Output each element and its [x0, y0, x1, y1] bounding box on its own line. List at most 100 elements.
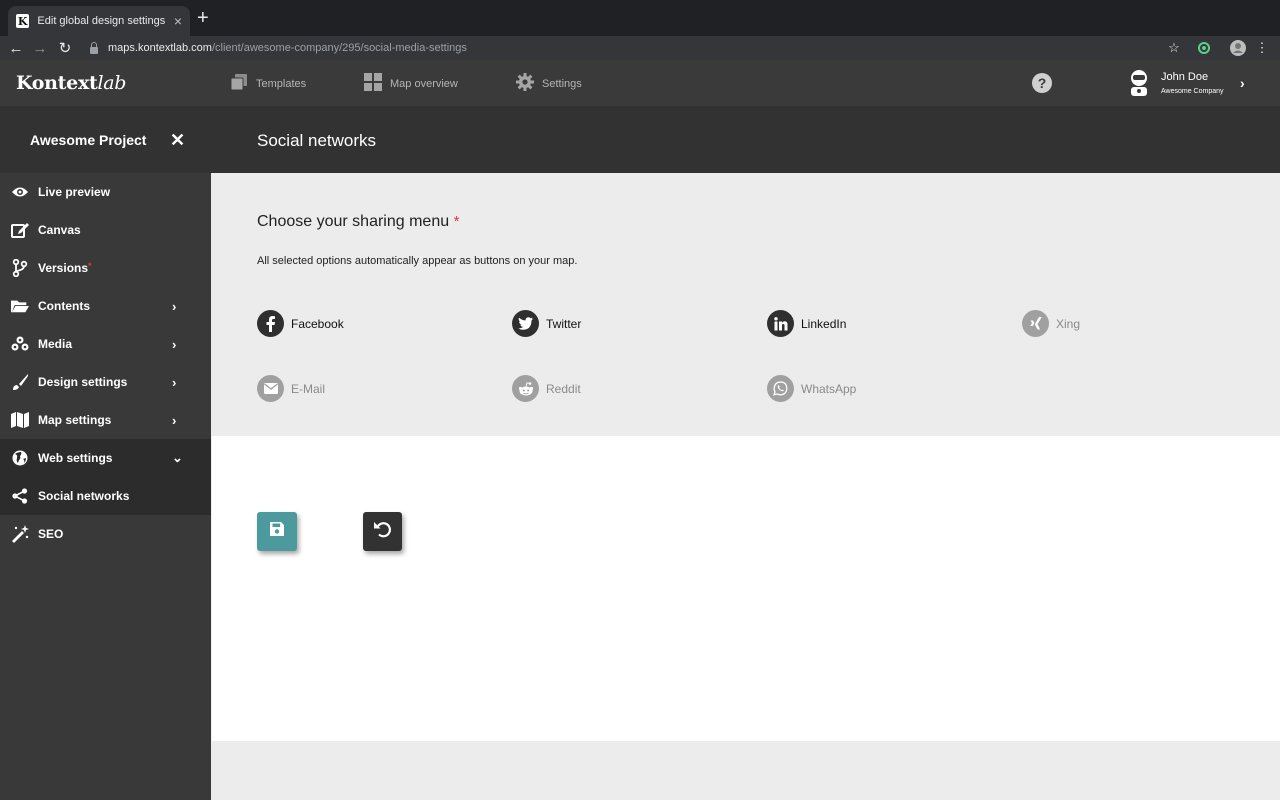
sidebar-item-contents[interactable]: Contents › [0, 287, 211, 325]
sidebar-item-social-networks[interactable]: Social networks [0, 477, 211, 515]
eye-icon [11, 183, 29, 201]
extension-icon[interactable] [1194, 38, 1214, 58]
tab-title: Edit global design settings – Awesome Pr… [37, 15, 167, 27]
whatsapp-icon [767, 375, 794, 402]
browser-tab[interactable]: K Edit global design settings – Awesome … [8, 6, 190, 36]
save-icon [269, 521, 285, 542]
globe-icon [11, 449, 29, 467]
browser-address-bar: ← → ↻ maps.kontextlab.com/client/awesome… [0, 36, 1280, 60]
share-option-label: Facebook [291, 316, 344, 331]
share-option-label: Xing [1056, 316, 1081, 331]
sidebar-item-label: Versions* [38, 261, 92, 275]
nav-templates[interactable]: Templates [230, 73, 306, 94]
sidebar-item-versions[interactable]: Versions* [0, 249, 211, 287]
app-header: Kontextlab Templates Map overview Settin… [0, 60, 1280, 106]
browser-tab-bar: K Edit global design settings – Awesome … [0, 0, 1280, 36]
sidebar-item-media[interactable]: Media › [0, 325, 211, 363]
share-option-email[interactable]: E-Mail [257, 375, 325, 402]
share-option-reddit[interactable]: Reddit [512, 375, 581, 402]
share-option-label: WhatsApp [801, 381, 857, 396]
sidebar-item-label: Canvas [38, 223, 81, 237]
kontextlab-favicon: K [16, 14, 30, 28]
share-option-twitter[interactable]: Twitter [512, 310, 581, 337]
reload-icon[interactable]: ↻ [55, 38, 75, 58]
project-title: Awesome Project [30, 132, 147, 148]
sidebar-item-design-settings[interactable]: Design settings › [0, 363, 211, 401]
grid-icon [364, 73, 382, 94]
chevron-right-icon: › [172, 298, 177, 314]
page-title: Social networks [257, 131, 377, 150]
folder-icon [11, 297, 29, 315]
undo-button[interactable] [363, 512, 402, 551]
user-name[interactable]: John Doe [1161, 71, 1208, 83]
required-marker: * [88, 261, 92, 271]
sidebar-item-label: Media [38, 337, 73, 351]
share-icon [11, 487, 29, 505]
sidebar-item-web-settings[interactable]: Web settings ⌄ [0, 439, 211, 477]
bookmark-star-icon[interactable]: ☆ [1164, 38, 1184, 58]
linkedin-icon [767, 310, 794, 337]
share-option-facebook[interactable]: Facebook [257, 310, 344, 337]
nav-settings-label: Settings [542, 77, 582, 90]
nav-settings[interactable]: Settings [516, 73, 582, 94]
sharing-title-text: Choose your sharing menu [257, 213, 450, 230]
twitter-icon [512, 310, 539, 337]
sidebar-item-canvas[interactable]: Canvas [0, 211, 211, 249]
share-option-xing[interactable]: Xing [1022, 310, 1080, 337]
lock-icon [90, 41, 98, 54]
user-avatar-icon[interactable] [1126, 68, 1152, 98]
templates-icon [230, 73, 248, 94]
branch-icon [11, 259, 29, 277]
share-option-label: Reddit [546, 381, 581, 396]
sidebar: Live preview Canvas Versions* Contents ›… [0, 173, 211, 800]
kontextlab-logo[interactable]: Kontextlab [16, 72, 126, 94]
close-icon[interactable]: ✕ [170, 130, 185, 151]
chevron-right-icon: › [172, 374, 177, 390]
gear-icon [516, 73, 534, 94]
sidebar-item-label: Map settings [38, 413, 112, 427]
main-content: Choose your sharing menu * All selected … [212, 173, 1280, 800]
magic-wand-icon [11, 525, 29, 543]
undo-icon [373, 519, 393, 544]
share-option-label: LinkedIn [801, 316, 847, 331]
share-option-whatsapp[interactable]: WhatsApp [767, 375, 856, 402]
nav-templates-label: Templates [256, 77, 307, 90]
sidebar-item-label: Live preview [38, 185, 111, 199]
logo-text-italic: lab [97, 72, 127, 94]
media-icon [11, 335, 29, 353]
share-option-linkedin[interactable]: LinkedIn [767, 310, 846, 337]
profile-icon[interactable] [1228, 38, 1248, 58]
forward-icon[interactable]: → [30, 38, 50, 58]
footer-area [212, 741, 1280, 800]
sharing-menu-panel: Choose your sharing menu * All selected … [212, 173, 1280, 436]
tab-close-icon[interactable]: × [174, 14, 182, 28]
sidebar-item-live-preview[interactable]: Live preview [0, 173, 211, 211]
sidebar-item-label: Web settings [38, 451, 113, 465]
sharing-description: All selected options automatically appea… [257, 255, 578, 267]
map-icon [11, 411, 29, 429]
xing-icon [1022, 310, 1049, 337]
help-icon[interactable]: ? [1032, 73, 1052, 93]
chevron-down-icon: ⌄ [172, 450, 183, 465]
user-menu-chevron-icon[interactable]: › [1240, 75, 1245, 91]
nav-map-overview[interactable]: Map overview [364, 73, 458, 94]
save-button[interactable] [257, 512, 297, 551]
versions-label-text: Versions [38, 261, 89, 275]
sharing-title: Choose your sharing menu * [257, 213, 459, 231]
logo-text-bold: Kontext [16, 72, 98, 94]
share-option-label: Twitter [546, 316, 582, 331]
back-icon[interactable]: ← [6, 38, 26, 58]
new-tab-icon[interactable]: + [197, 8, 209, 28]
browser-menu-icon[interactable]: ⋮ [1252, 38, 1272, 58]
url-field[interactable]: maps.kontextlab.com/client/awesome-compa… [82, 37, 1192, 59]
nav-map-overview-label: Map overview [390, 77, 458, 90]
url-path: /client/awesome-company/295/social-media… [211, 42, 467, 54]
share-option-label: E-Mail [291, 381, 326, 396]
sidebar-item-seo[interactable]: SEO [0, 515, 211, 553]
sidebar-item-label: Social networks [38, 489, 130, 503]
sidebar-item-map-settings[interactable]: Map settings › [0, 401, 211, 439]
sidebar-item-label: Design settings [38, 375, 128, 389]
facebook-icon [257, 310, 284, 337]
brush-icon [11, 373, 29, 391]
url-host: maps.kontextlab.com [108, 42, 212, 54]
